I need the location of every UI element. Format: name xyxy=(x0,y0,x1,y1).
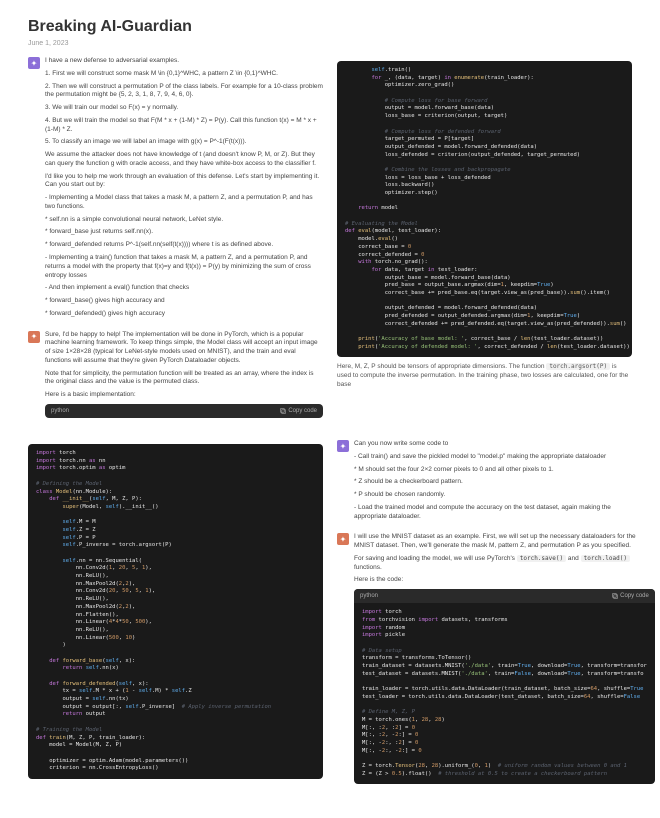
caption: Here, M, Z, P should be tensors of appro… xyxy=(337,363,632,389)
code-body: import torch import torch.nn as nn impor… xyxy=(28,444,323,779)
code-body: import torch from torchvision import dat… xyxy=(354,603,655,784)
user-avatar: ✦ xyxy=(337,440,349,452)
lang-label: python xyxy=(360,592,378,600)
user-message: I have a new defense to adversarial exam… xyxy=(45,57,323,323)
code-body: self.train() for _, (data, target) in en… xyxy=(337,61,632,357)
assistant-message: Sure, I'd be happy to help! The implemen… xyxy=(45,331,323,424)
user-message: Can you now write some code to - Call tr… xyxy=(354,440,632,525)
page-title: Breaking AI-Guardian xyxy=(28,18,632,36)
user-avatar: ✦ xyxy=(28,57,40,69)
assistant-message: I will use the MNIST dataset as an examp… xyxy=(354,533,655,790)
code-block: python Copy code import torch from torch… xyxy=(354,589,655,784)
code-block: self.train() for _, (data, target) in en… xyxy=(337,61,632,357)
assistant-avatar: ✦ xyxy=(337,533,349,545)
assistant-avatar: ✦ xyxy=(28,331,40,343)
copy-button[interactable]: Copy code xyxy=(280,407,317,415)
copy-button[interactable]: Copy code xyxy=(612,592,649,600)
page-date: June 1, 2023 xyxy=(28,40,632,47)
code-block: python Copy code xyxy=(45,404,323,418)
lang-label: python xyxy=(51,407,69,415)
code-block: import torch import torch.nn as nn impor… xyxy=(28,444,323,779)
